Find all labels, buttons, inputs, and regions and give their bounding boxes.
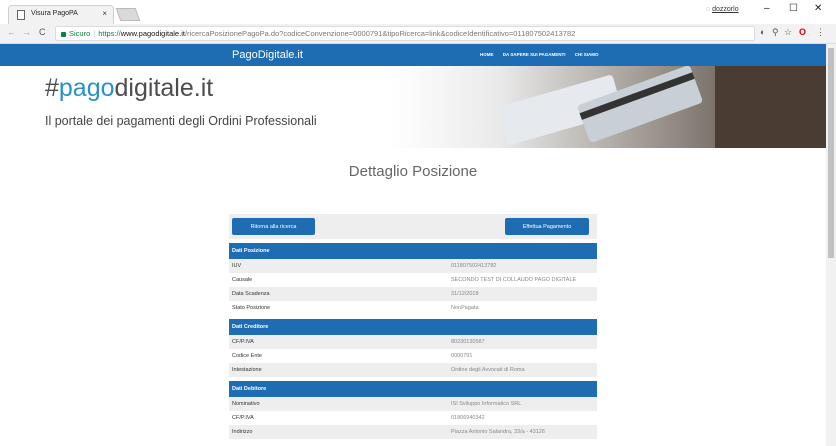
back-icon[interactable]: ← bbox=[7, 27, 16, 37]
action-bar: Ritorna alla ricerca Effettua Pagamento bbox=[229, 214, 597, 239]
url-field[interactable]: Sicuro | https://www.pagodigitale.it/ricer… bbox=[55, 26, 755, 41]
address-bar: ← → C Sicuro | https://www.pagodigitale.it… bbox=[0, 24, 836, 44]
url-protocol: https:// bbox=[98, 29, 121, 38]
table-row: Codice Ente 0000791 bbox=[232, 353, 473, 359]
browser-titlebar: Visura PagoPA × ◌ dozzorlo – ☐ ✕ bbox=[0, 0, 836, 24]
hero-subtitle: Il portale dei pagamenti degli Ordini Pr… bbox=[45, 114, 317, 128]
secure-label: Sicuro bbox=[69, 29, 91, 38]
table-row: CF/P.IVA 01806940342 bbox=[232, 415, 485, 421]
tab-close-icon[interactable]: × bbox=[102, 9, 107, 18]
url-path: /ricercaPosizionePagoPa.do?codiceConvenz… bbox=[184, 29, 576, 38]
section-header: Dati Posizione bbox=[229, 243, 597, 259]
lock-icon bbox=[61, 31, 66, 37]
table-row: Indirizzo Piazza Antonio Salandra, 33/a -… bbox=[229, 425, 597, 439]
page-icon bbox=[17, 10, 25, 20]
new-tab-button[interactable] bbox=[115, 8, 141, 21]
detail-panel: Ritorna alla ricerca Effettua Pagamento … bbox=[229, 214, 597, 446]
opera-icon[interactable]: O bbox=[799, 27, 806, 37]
user-profile[interactable]: ◌ dozzorlo bbox=[706, 6, 739, 13]
reload-icon[interactable]: C bbox=[39, 27, 46, 37]
section-header: Dati Creditore bbox=[229, 319, 597, 335]
page-scrollbar[interactable] bbox=[826, 44, 836, 446]
site-nav: HOME DA SAPERE SUI PAGAMENTI CHI SIAMO bbox=[480, 52, 607, 57]
table-row: Stato Posizione NonPagata bbox=[232, 305, 479, 311]
page-title: Dettaglio Posizione bbox=[348, 163, 478, 180]
hero-banner: #pagodigitale.it Il portale dei pagament… bbox=[0, 66, 826, 148]
back-to-search-button[interactable]: Ritorna alla ricerca bbox=[232, 218, 315, 235]
pin-icon[interactable]: ◐ bbox=[760, 27, 765, 37]
nav-home[interactable]: HOME bbox=[480, 52, 494, 57]
table-row: CF/P.IVA 80230130587 bbox=[229, 335, 597, 349]
section-header: Dati Debitore bbox=[229, 381, 597, 397]
url-host: www.pagodigitale.it bbox=[120, 29, 185, 38]
minimize-icon[interactable]: – bbox=[764, 3, 770, 14]
zoom-icon[interactable]: ⚲ bbox=[772, 27, 779, 38]
user-name: dozzorlo bbox=[712, 6, 739, 13]
table-row: IUV 011807502413782 bbox=[229, 259, 597, 273]
hero-image bbox=[390, 66, 826, 148]
forward-icon[interactable]: → bbox=[22, 27, 31, 37]
tab-title: Visura PagoPA bbox=[31, 10, 78, 17]
nav-da-sapere[interactable]: DA SAPERE SUI PAGAMENTI bbox=[503, 52, 566, 57]
table-row: Intestazione Ordine degli Avvocati di Rom… bbox=[229, 363, 597, 377]
table-row: Causale SECONDO TEST DI COLLAUDO PAGO DIG… bbox=[232, 277, 577, 283]
nav-chi-siamo[interactable]: CHI SIAMO bbox=[575, 52, 599, 57]
maximize-icon[interactable]: ☐ bbox=[789, 3, 798, 14]
site-header: PagoDigitale.it HOME DA SAPERE SUI PAGAM… bbox=[0, 44, 826, 66]
site-brand[interactable]: PagoDigitale.it bbox=[232, 49, 303, 61]
star-icon[interactable]: ☆ bbox=[784, 27, 792, 38]
table-row: Nominativo ISI Sviluppo Informatico SRL bbox=[229, 397, 597, 411]
browser-tab[interactable]: Visura PagoPA × bbox=[8, 5, 114, 24]
pay-button[interactable]: Effettua Pagamento bbox=[505, 218, 589, 235]
menu-icon[interactable]: ⋮ bbox=[816, 27, 825, 38]
scrollbar-thumb[interactable] bbox=[828, 48, 834, 258]
close-window-icon[interactable]: ✕ bbox=[814, 3, 822, 14]
hero-title: #pagodigitale.it bbox=[45, 74, 214, 102]
profile-icon: ◌ bbox=[706, 6, 711, 13]
page-content: PagoDigitale.it HOME DA SAPERE SUI PAGAM… bbox=[0, 44, 826, 446]
table-row: Data Scadenza 31/12/2018 bbox=[229, 287, 597, 301]
